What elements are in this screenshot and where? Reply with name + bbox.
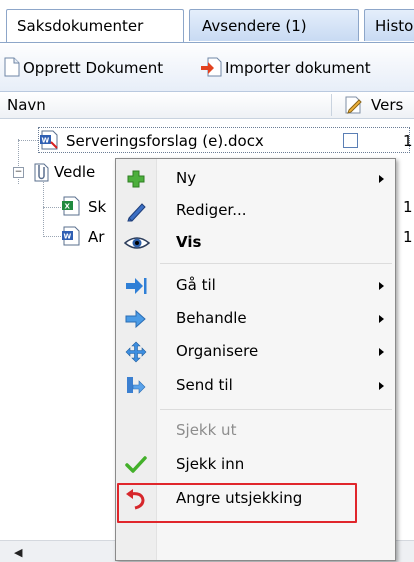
document-tab-strip: Saksdokumenter Avsendere (1) Histo — [0, 0, 414, 45]
tab-label: Avsendere (1) — [202, 17, 307, 35]
column-version-header[interactable]: Vers — [371, 96, 403, 114]
menu-item-label: Gå til — [176, 276, 216, 294]
menu-item-label: Organisere — [176, 342, 259, 360]
column-separator[interactable] — [331, 94, 332, 116]
menu-item-sjekk-ut: Sjekk ut — [116, 416, 395, 446]
process-arrow-icon — [124, 308, 148, 330]
tab-historikk[interactable]: Histo — [364, 9, 414, 41]
checkbox[interactable] — [343, 133, 358, 148]
menu-separator — [160, 409, 392, 410]
menu-item-label: Vis — [176, 233, 202, 251]
create-document-button[interactable]: Opprett Dokument — [23, 59, 163, 77]
tab-avsendere[interactable]: Avsendere (1) — [189, 9, 359, 41]
send-to-icon — [124, 375, 148, 397]
eye-icon — [123, 232, 151, 254]
word-doc-icon: W — [60, 225, 82, 251]
menu-item-label: Rediger... — [176, 201, 247, 219]
import-document-button[interactable]: Importer dokument — [225, 59, 371, 77]
menu-item-ga-til[interactable]: Gå til — [116, 271, 395, 301]
submenu-arrow-icon — [379, 315, 384, 323]
menu-item-label: Sjekk ut — [176, 421, 237, 439]
document-toolbar: Opprett Dokument Importer dokument — [0, 45, 414, 92]
highlight-annotation — [117, 483, 357, 523]
menu-item-label: Behandle — [176, 309, 247, 327]
tab-divider — [0, 42, 414, 43]
excel-doc-icon: X — [60, 195, 82, 221]
scroll-left-icon[interactable]: ◀ — [14, 546, 22, 559]
new-document-icon — [4, 57, 20, 81]
column-header: Navn Vers — [0, 92, 414, 119]
menu-item-label: Send til — [176, 376, 233, 394]
goto-arrow-icon — [124, 275, 148, 297]
plus-icon — [124, 168, 148, 190]
edit-document-icon — [344, 95, 364, 119]
version-value: 1 — [403, 198, 413, 216]
tree-item-label: Vedle — [54, 163, 96, 181]
submenu-arrow-icon — [379, 382, 384, 390]
version-value: 1 — [403, 228, 413, 246]
menu-separator — [160, 263, 392, 264]
menu-item-send-til[interactable]: Send til — [116, 371, 395, 401]
svg-text:X: X — [65, 203, 71, 211]
menu-item-rediger[interactable]: Rediger... — [116, 196, 395, 226]
column-name-header[interactable]: Navn — [7, 96, 46, 114]
version-value: 1 — [403, 132, 413, 150]
tab-label: Histo — [375, 17, 414, 35]
tree-item-label: Sk — [88, 198, 107, 216]
menu-item-vis[interactable]: Vis — [116, 228, 395, 258]
tree-item-label: Serveringsforslag (e).docx — [66, 132, 264, 150]
import-document-icon — [200, 57, 222, 81]
menu-item-ny[interactable]: Ny — [116, 164, 395, 194]
submenu-arrow-icon — [379, 348, 384, 356]
tab-saksdokumenter[interactable]: Saksdokumenter — [6, 9, 184, 43]
tree-item-label: Ar — [88, 228, 105, 246]
menu-item-label: Ny — [176, 169, 197, 187]
move-icon — [124, 341, 148, 363]
tab-label: Saksdokumenter — [17, 17, 144, 35]
tree-row[interactable]: W Serveringsforslag (e).docx 1 — [0, 126, 414, 156]
attachment-folder-icon — [32, 161, 50, 187]
menu-item-sjekk-inn[interactable]: Sjekk inn — [116, 450, 395, 480]
menu-item-organisere[interactable]: Organisere — [116, 337, 395, 367]
svg-text:W: W — [64, 233, 72, 241]
svg-text:W: W — [42, 137, 50, 145]
submenu-arrow-icon — [379, 175, 384, 183]
menu-item-behandle[interactable]: Behandle — [116, 304, 395, 334]
word-doc-icon: W — [38, 129, 60, 155]
checkmark-icon — [124, 454, 148, 476]
menu-item-label: Sjekk inn — [176, 455, 245, 473]
pencil-icon — [124, 200, 148, 222]
collapse-toggle[interactable]: − — [13, 167, 24, 178]
submenu-arrow-icon — [379, 282, 384, 290]
